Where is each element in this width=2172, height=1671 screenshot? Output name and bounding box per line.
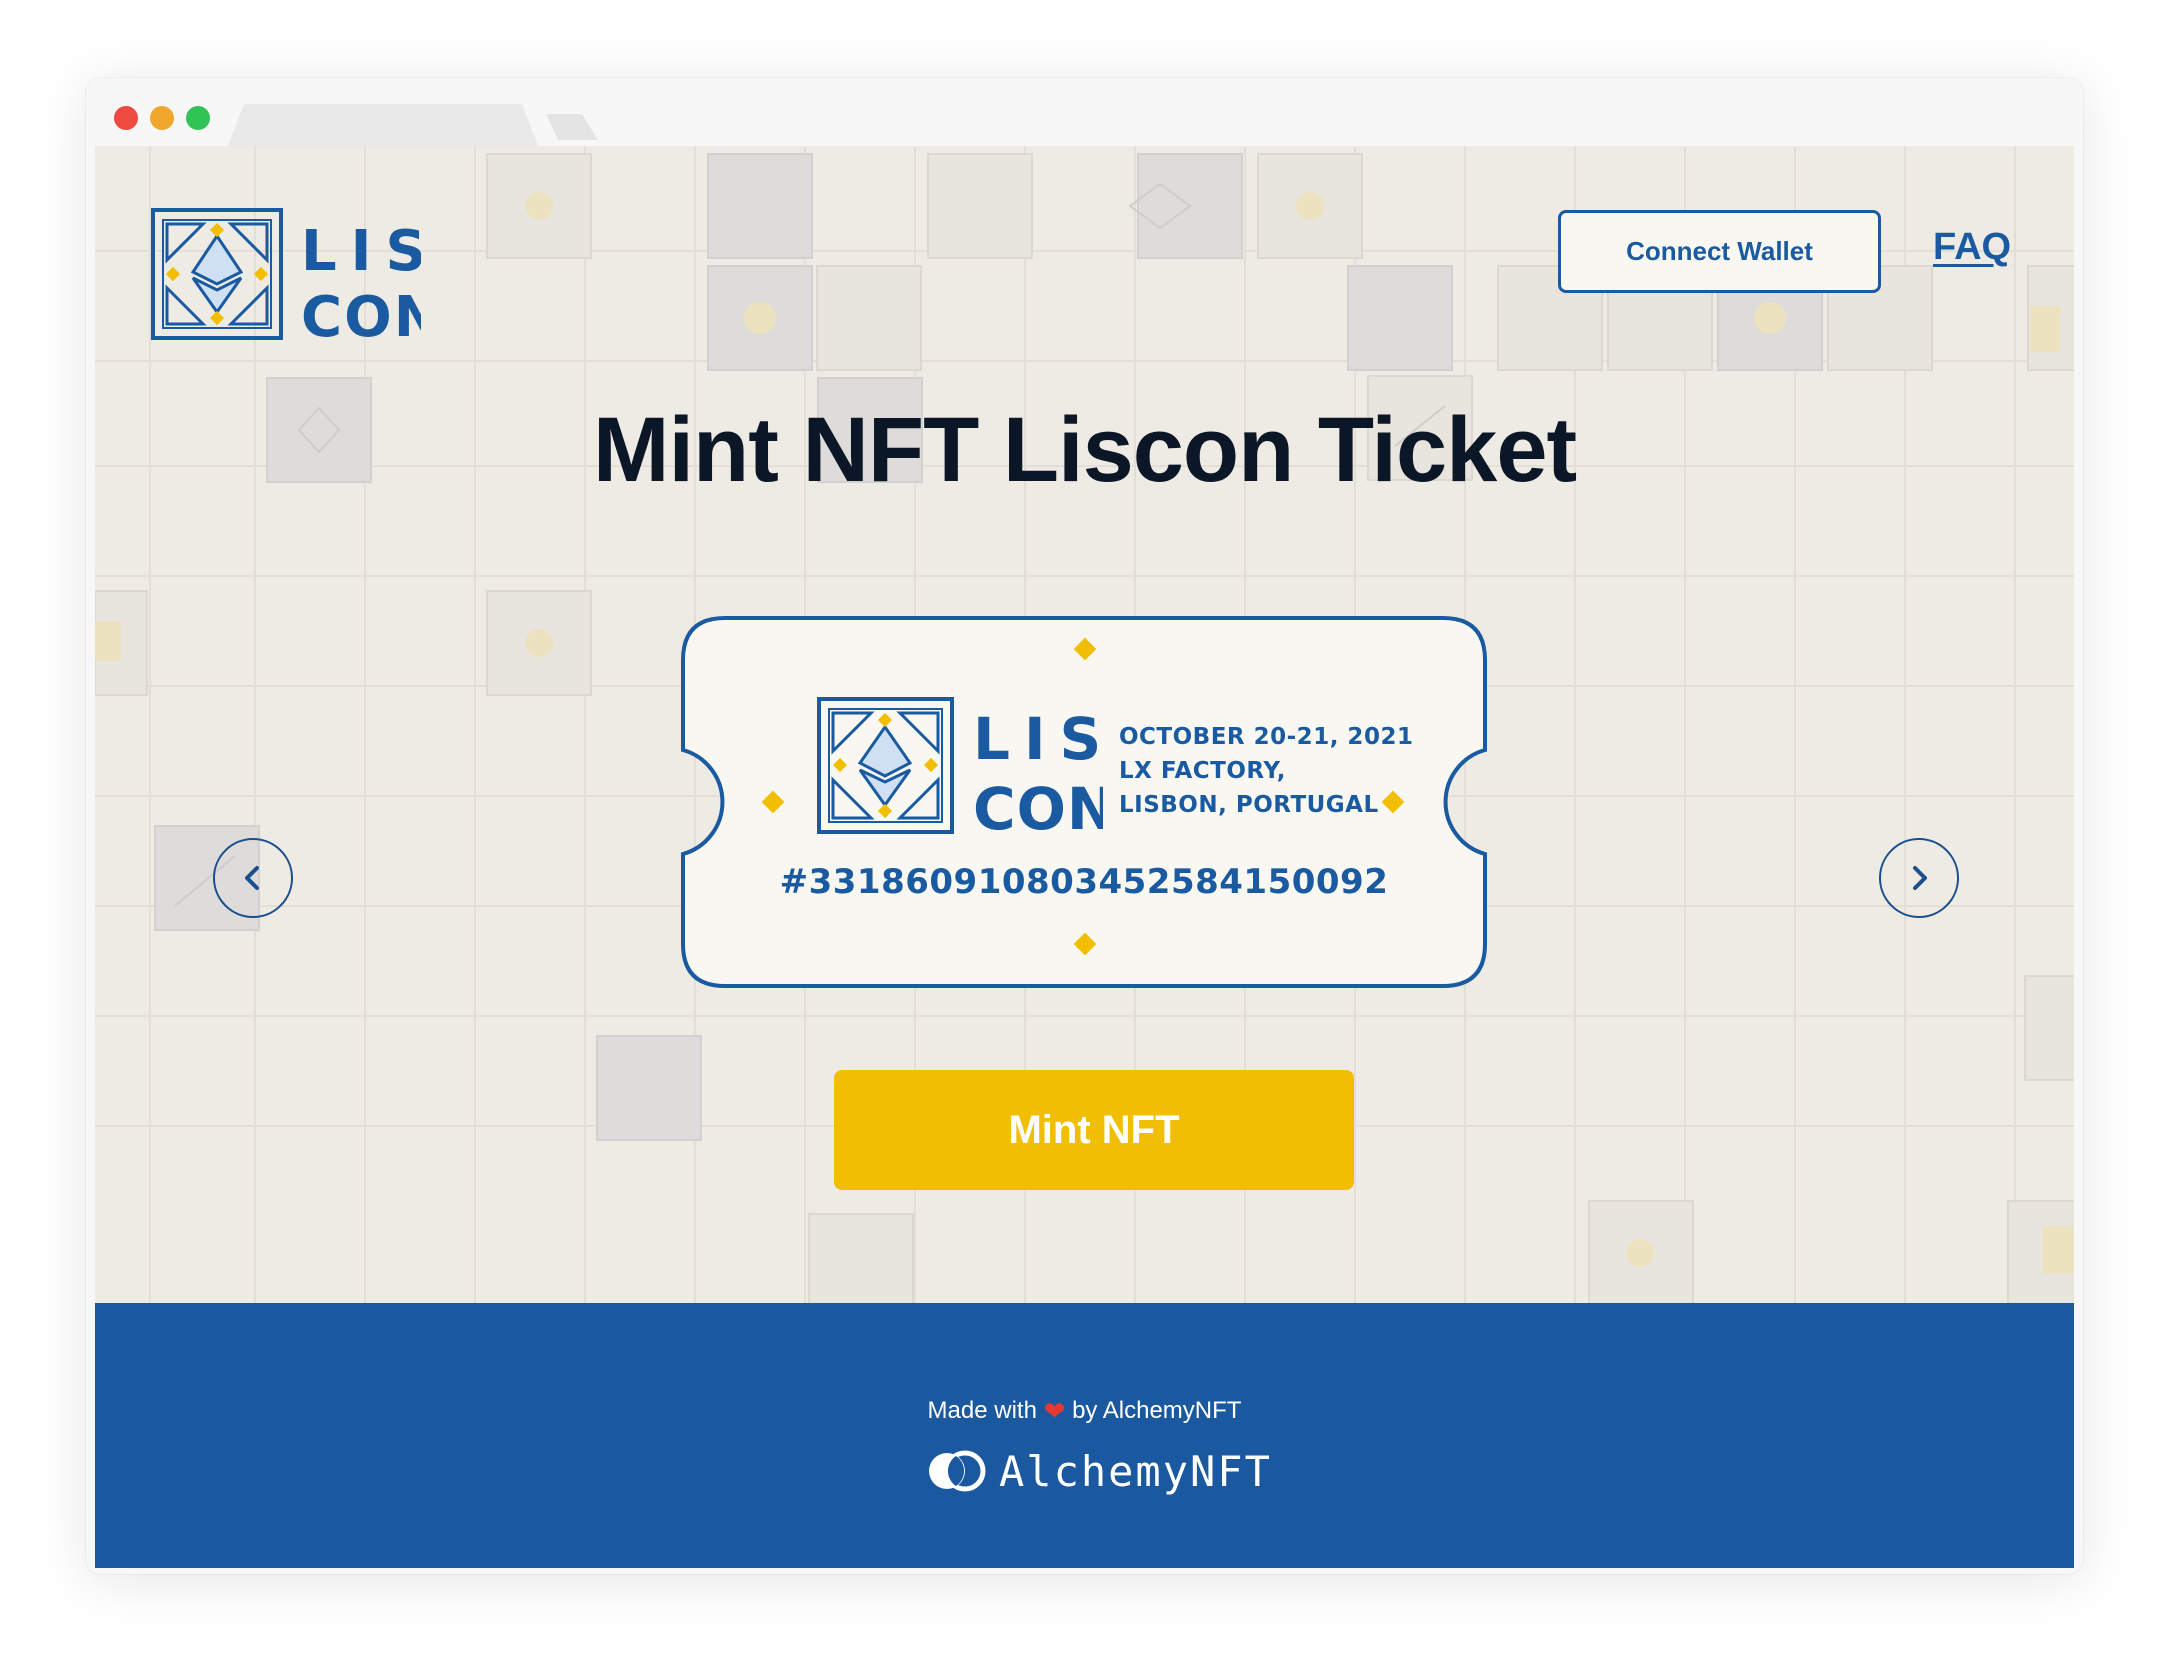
connect-wallet-button[interactable]: Connect Wallet	[1558, 210, 1881, 293]
carousel-prev-button[interactable]	[213, 838, 293, 918]
liscon-emblem-icon	[151, 208, 283, 340]
mint-nft-button[interactable]: Mint NFT	[834, 1070, 1354, 1190]
browser-titlebar	[86, 78, 2083, 146]
svg-text:LIS: LIS	[301, 219, 421, 284]
browser-tab[interactable]	[228, 104, 538, 146]
maximize-window-button[interactable]	[186, 106, 210, 130]
alchemy-logo-icon	[929, 1450, 986, 1492]
alchemy-logo-link[interactable]: AlchemyNFT	[927, 1441, 1272, 1501]
nft-ticket-card: LIS CON OCTOBER 20-21, 2021 LX FACTORY, …	[681, 616, 1487, 988]
liscon-logo[interactable]: LIS CON	[151, 208, 421, 340]
carousel-next-button[interactable]	[1879, 838, 1959, 918]
svg-text:LIS: LIS	[973, 705, 1103, 773]
svg-text:CON: CON	[301, 285, 421, 340]
heart-icon: ❤	[1043, 1396, 1066, 1426]
ticket-date: OCTOBER 20-21, 2021	[1119, 724, 1414, 750]
chevron-left-icon	[245, 866, 259, 890]
close-window-button[interactable]	[114, 106, 138, 130]
faq-link[interactable]: FAQ	[1933, 226, 2011, 269]
browser-window: LIS CON Connect Wallet FAQ Mint NFT Lisc…	[86, 78, 2083, 1574]
ticket-location: LISBON, PORTUGAL	[1119, 792, 1379, 818]
made-with-text: Made with ❤ by AlchemyNFT	[95, 1396, 2074, 1427]
ticket-liscon-logo: LIS CON	[817, 697, 1103, 834]
chevron-right-icon	[1913, 866, 1927, 890]
page-title: Mint NFT Liscon Ticket	[592, 399, 1577, 501]
new-tab-button[interactable]	[546, 114, 598, 140]
made-with-prefix: Made with	[927, 1397, 1037, 1424]
ticket-emblem-icon	[817, 697, 954, 834]
ticket-number: #331860910803452584150092	[779, 862, 1389, 902]
svg-text:CON: CON	[973, 775, 1103, 834]
alchemy-brand-name: AlchemyNFT	[999, 1446, 1272, 1496]
minimize-window-button[interactable]	[150, 106, 174, 130]
page-viewport: LIS CON Connect Wallet FAQ Mint NFT Lisc…	[95, 146, 2074, 1568]
ticket-event-info: OCTOBER 20-21, 2021 LX FACTORY, LISBON, …	[1119, 720, 1413, 822]
footer: Made with ❤ by AlchemyNFT AlchemyNFT	[95, 1303, 2074, 1568]
ticket-venue: LX FACTORY,	[1119, 758, 1286, 784]
made-with-suffix: by AlchemyNFT	[1072, 1397, 1242, 1424]
